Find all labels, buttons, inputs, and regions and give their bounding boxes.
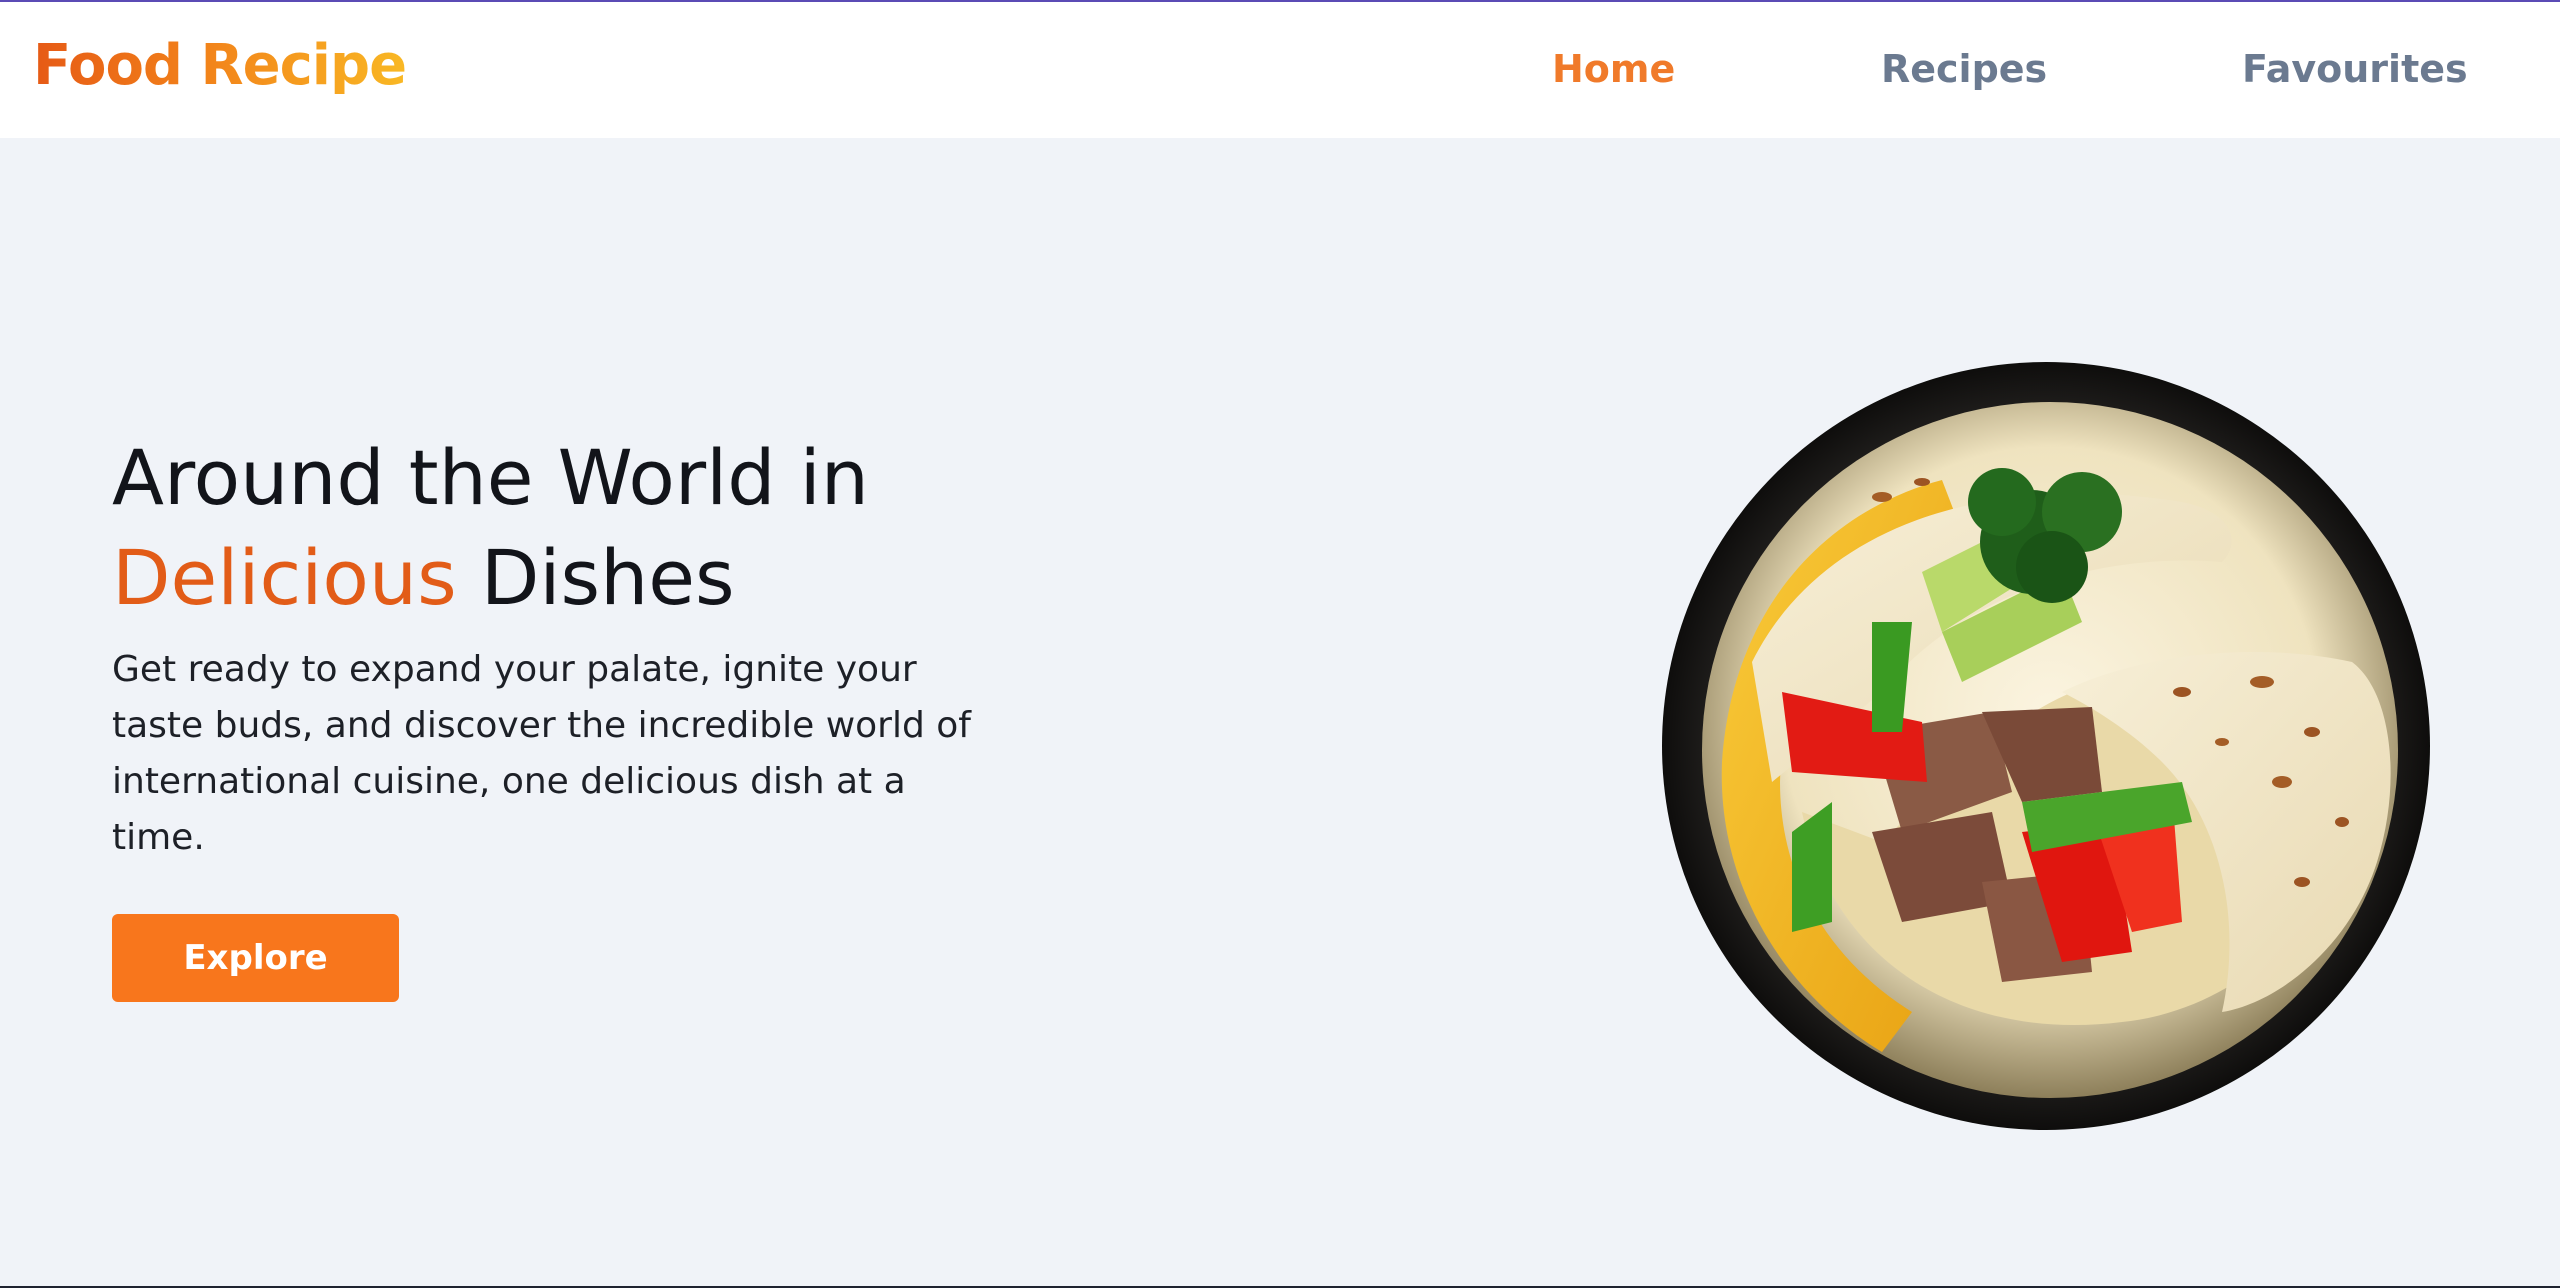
nav-favourites[interactable]: Favourites xyxy=(2242,50,2468,88)
hero-dish-image xyxy=(1662,362,2430,1130)
navbar: Food Recipe Home Recipes Favourites xyxy=(0,2,2560,138)
hero-title: Around the World in Delicious Dishes xyxy=(112,428,869,628)
hero-description: Get ready to expand your palate, ignite … xyxy=(112,649,971,858)
brand-logo[interactable]: Food Recipe xyxy=(33,38,407,94)
wrap-dish-illustration xyxy=(1662,362,2430,1130)
nav-recipes[interactable]: Recipes xyxy=(1881,50,2047,88)
hero-title-line1: Around the World in xyxy=(112,433,869,522)
hero-title-rest: Dishes xyxy=(480,533,735,622)
explore-button[interactable]: Explore xyxy=(112,914,399,1002)
nav-home[interactable]: Home xyxy=(1552,50,1675,88)
hero-title-accent: Delicious xyxy=(112,533,457,622)
